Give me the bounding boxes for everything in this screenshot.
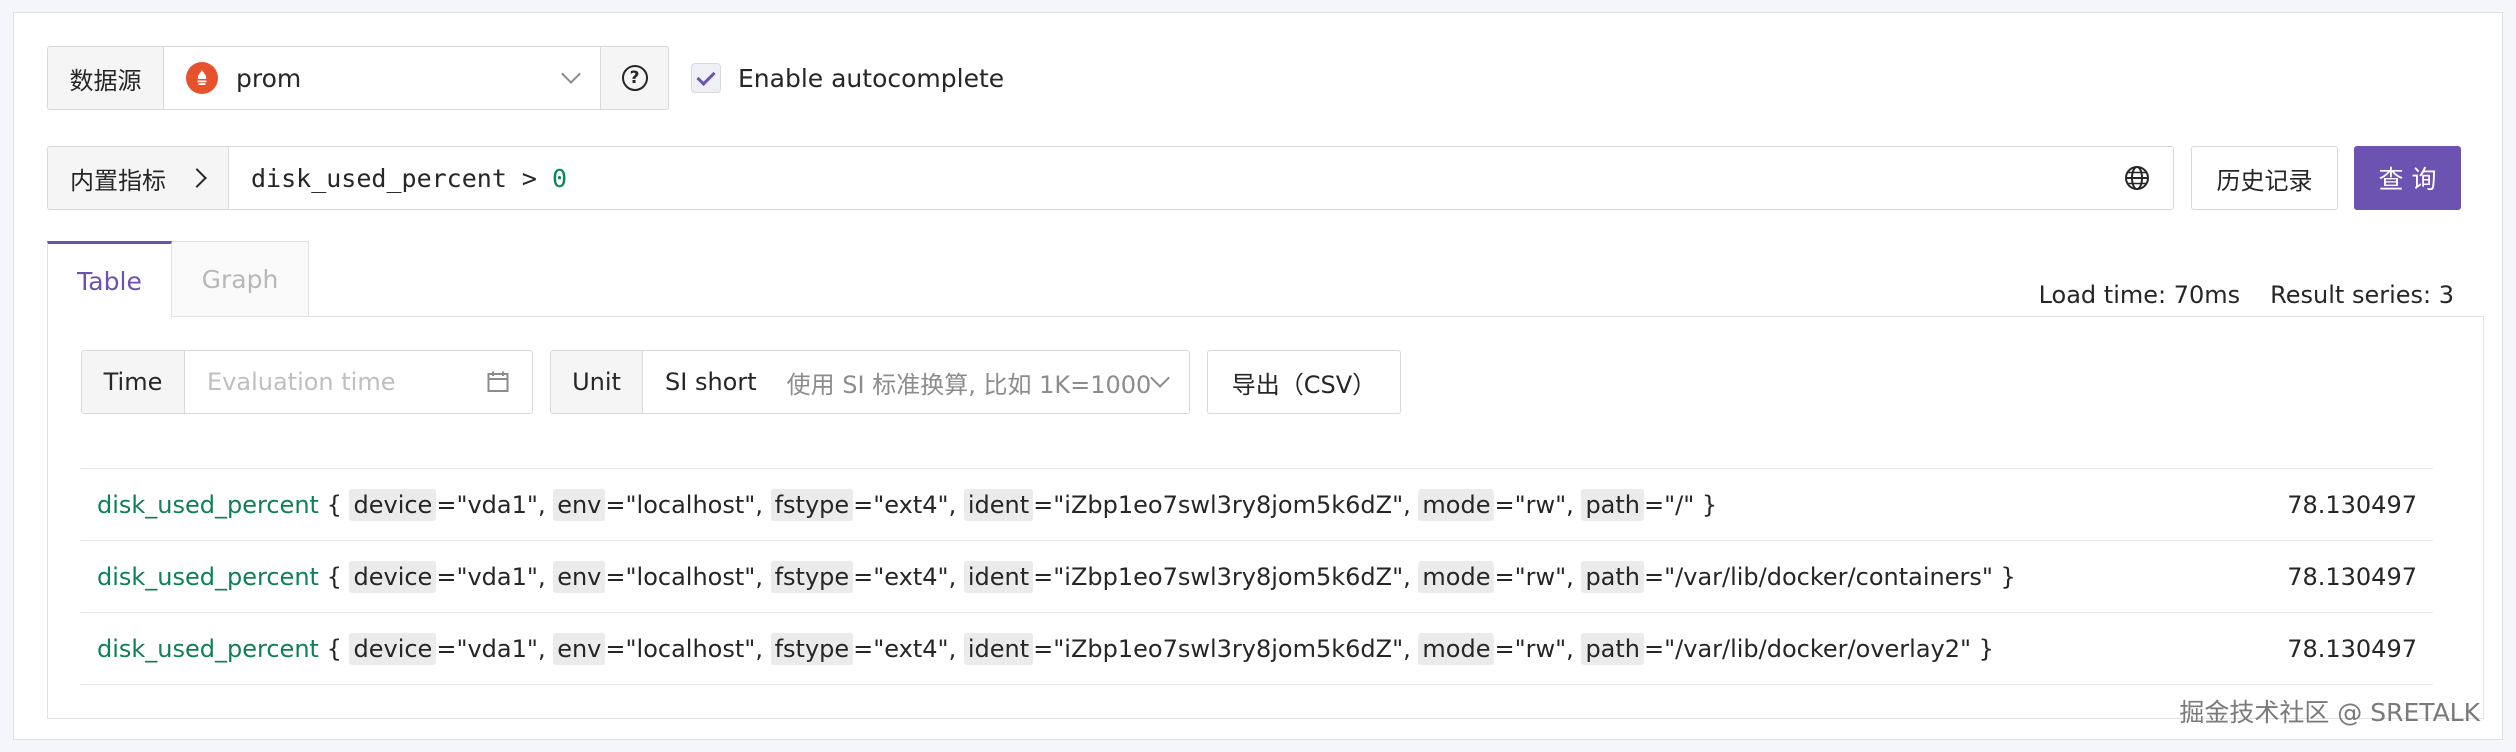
label-key[interactable]: ident [963,488,1034,521]
table-controls: Time Evaluation time Unit SI short 使用 SI… [81,350,1401,414]
autocomplete-toggle[interactable]: Enable autocomplete [691,46,1004,110]
query-panel: 数据源 prom ? Enable autocomplete 内置指标 disk… [13,12,2503,740]
label-key[interactable]: path [1581,632,1644,665]
result-series-count: Result series: 3 [2270,281,2454,309]
label-key[interactable]: fstype [770,632,854,665]
chevron-down-icon [1150,368,1170,388]
label-value: "localhost" [625,562,756,591]
metric-name[interactable]: disk_used_percent [97,635,319,663]
label-value: "rw" [1514,634,1567,663]
table-row: disk_used_percent { device ="vda1", env ="… [81,469,2433,541]
tab-graph[interactable]: Graph [172,241,309,317]
result-tabs: Table Graph [47,241,309,318]
label-key[interactable]: ident [963,560,1034,593]
label-value: "/" [1664,490,1695,519]
datasource-value: prom [236,63,302,93]
label-value: "vda1" [456,490,538,519]
label-value: "iZbp1eo7swl3ry8jom5k6dZ" [1053,490,1404,519]
builtin-metrics-button[interactable]: 内置指标 [47,146,229,210]
label-value: "localhost" [625,490,756,519]
label-key[interactable]: fstype [770,560,854,593]
unit-description: 使用 SI 标准换算, 比如 1K=1000 [786,370,1152,399]
check-icon [696,66,716,86]
series-label-set: disk_used_percent { device ="vda1", env ="… [97,560,2016,593]
series-label-set: disk_used_percent { device ="vda1", env ="… [97,488,1718,521]
promql-value: 0 [552,163,568,193]
label-value: "ext4" [873,634,949,663]
unit-select[interactable]: SI short 使用 SI 标准换算, 比如 1K=1000 [643,350,1190,414]
label-value: "iZbp1eo7swl3ry8jom5k6dZ" [1053,634,1404,663]
chevron-down-icon [561,64,581,84]
autocomplete-checkbox[interactable] [691,63,721,93]
table-row: disk_used_percent { device ="vda1", env ="… [81,541,2433,613]
label-key[interactable]: mode [1418,632,1495,665]
label-key[interactable]: path [1581,560,1644,593]
time-label: Time [81,350,185,414]
result-list: disk_used_percent { device ="vda1", env ="… [81,468,2433,685]
label-value: "vda1" [456,562,538,591]
prometheus-logo-icon [186,62,218,94]
autocomplete-label: Enable autocomplete [738,63,1005,93]
calendar-icon [487,371,509,392]
query-stats: Load time: 70ms Result series: 3 [2039,281,2454,309]
load-time: Load time: 70ms [2038,281,2241,309]
label-key[interactable]: fstype [770,488,854,521]
watermark: 掘金技术社区 @ SRETALK [2179,698,2480,727]
evaluation-time-picker[interactable]: Evaluation time [185,350,533,414]
help-button[interactable]: ? [601,46,669,110]
unit-value: SI short [665,368,757,396]
label-value: "ext4" [873,490,949,519]
promql-metric: disk_used_percent [251,163,507,193]
label-value: "/var/lib/docker/overlay2" [1664,634,1972,663]
help-icon: ? [621,65,648,91]
label-value: "rw" [1514,562,1567,591]
query-submit-button[interactable]: 查询 [2354,146,2461,210]
label-value: "rw" [1514,490,1567,519]
export-csv-button[interactable]: 导出（CSV） [1207,350,1401,414]
label-value: "localhost" [625,634,756,663]
metric-name[interactable]: disk_used_percent [97,491,319,519]
datasource-row: 数据源 prom ? Enable autocomplete [47,46,1004,110]
label-value: "iZbp1eo7swl3ry8jom5k6dZ" [1053,562,1404,591]
label-key[interactable]: env [553,632,606,665]
history-button[interactable]: 历史记录 [2191,146,2338,210]
promql-expression: disk_used_percent > 0 [251,164,2123,193]
label-value: "vda1" [456,634,538,663]
globe-icon[interactable] [2123,164,2151,192]
promql-input[interactable]: disk_used_percent > 0 [229,146,2174,210]
series-value: 78.130497 [2287,634,2417,663]
table-row: disk_used_percent { device ="vda1", env ="… [81,613,2433,685]
query-row: 内置指标 disk_used_percent > 0 历史记录 查询 [47,146,2461,210]
label-key[interactable]: device [349,560,437,593]
promql-operator: > [506,163,553,193]
chevron-right-icon [187,168,207,188]
tab-table[interactable]: Table [47,241,172,318]
label-value: "ext4" [873,562,949,591]
series-value: 78.130497 [2287,562,2417,591]
label-key[interactable]: device [349,488,437,521]
label-key[interactable]: mode [1418,488,1495,521]
evaluation-time-placeholder: Evaluation time [207,368,396,396]
table-view: Time Evaluation time Unit SI short 使用 SI… [47,316,2484,719]
datasource-label: 数据源 [47,46,164,110]
label-key[interactable]: mode [1418,560,1495,593]
label-key[interactable]: device [349,632,437,665]
builtin-metrics-label: 内置指标 [70,166,166,195]
label-value: "/var/lib/docker/containers" [1664,562,1993,591]
label-key[interactable]: env [553,560,606,593]
series-value: 78.130497 [2287,490,2417,519]
series-label-set: disk_used_percent { device ="vda1", env ="… [97,632,1994,665]
label-key[interactable]: env [553,488,606,521]
metric-name[interactable]: disk_used_percent [97,563,319,591]
label-key[interactable]: ident [963,632,1034,665]
unit-label: Unit [550,350,643,414]
label-key[interactable]: path [1581,488,1644,521]
datasource-select[interactable]: prom [164,46,601,110]
